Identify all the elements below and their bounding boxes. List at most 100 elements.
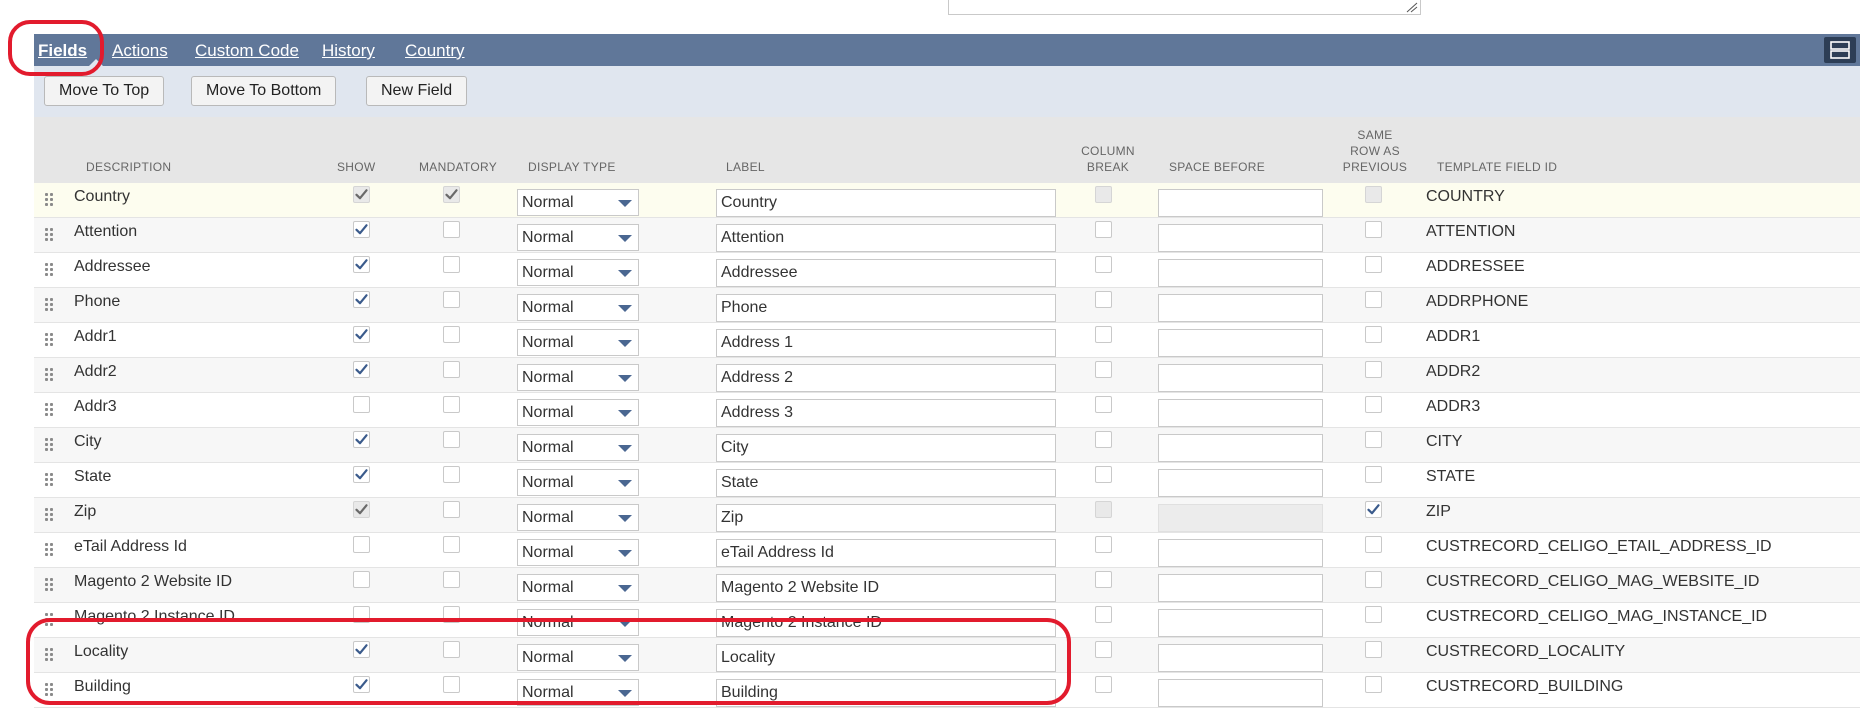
- new-field-button[interactable]: New Field: [366, 76, 468, 106]
- layout-toggle-button[interactable]: [1824, 37, 1856, 63]
- display-type-select[interactable]: Normal: [517, 539, 639, 566]
- label-input[interactable]: [716, 364, 1056, 392]
- space-before-input[interactable]: [1158, 294, 1323, 322]
- show-checkbox[interactable]: [353, 606, 370, 623]
- space-before-input[interactable]: [1158, 574, 1323, 602]
- column-break-checkbox[interactable]: [1095, 466, 1112, 483]
- space-before-input[interactable]: [1158, 224, 1323, 252]
- same-row-checkbox[interactable]: [1365, 396, 1382, 413]
- same-row-checkbox[interactable]: [1365, 326, 1382, 343]
- column-break-checkbox[interactable]: [1095, 431, 1112, 448]
- label-input[interactable]: [716, 294, 1056, 322]
- mandatory-checkbox[interactable]: [443, 466, 460, 483]
- tab-actions[interactable]: Actions: [112, 34, 168, 66]
- label-input[interactable]: [716, 329, 1056, 357]
- display-type-select[interactable]: Normal: [517, 644, 639, 671]
- column-break-checkbox[interactable]: [1095, 256, 1112, 273]
- same-row-checkbox[interactable]: [1365, 256, 1382, 273]
- same-row-checkbox[interactable]: [1365, 466, 1382, 483]
- column-break-checkbox[interactable]: [1095, 326, 1112, 343]
- column-break-checkbox[interactable]: [1095, 291, 1112, 308]
- space-before-input[interactable]: [1158, 679, 1323, 707]
- same-row-checkbox[interactable]: [1365, 291, 1382, 308]
- column-break-checkbox[interactable]: [1095, 606, 1112, 623]
- same-row-checkbox[interactable]: [1365, 641, 1382, 658]
- label-input[interactable]: [716, 259, 1056, 287]
- display-type-select[interactable]: Normal: [517, 609, 639, 636]
- tab-fields[interactable]: Fields: [38, 34, 87, 66]
- move-to-bottom-button[interactable]: Move To Bottom: [191, 76, 337, 106]
- tab-history[interactable]: History: [322, 34, 375, 66]
- drag-handle-icon[interactable]: [45, 508, 53, 522]
- mandatory-checkbox[interactable]: [443, 571, 460, 588]
- same-row-checkbox[interactable]: [1365, 676, 1382, 693]
- drag-handle-icon[interactable]: [45, 683, 53, 697]
- display-type-select[interactable]: Normal: [517, 469, 639, 496]
- same-row-checkbox[interactable]: [1365, 361, 1382, 378]
- mandatory-checkbox[interactable]: [443, 641, 460, 658]
- tab-country[interactable]: Country: [405, 34, 465, 66]
- label-input[interactable]: [716, 644, 1056, 672]
- notes-textarea[interactable]: [948, 0, 1421, 15]
- display-type-select[interactable]: Normal: [517, 504, 639, 531]
- column-break-checkbox[interactable]: [1095, 536, 1112, 553]
- same-row-checkbox[interactable]: [1365, 221, 1382, 238]
- label-input[interactable]: [716, 609, 1056, 637]
- mandatory-checkbox[interactable]: [443, 221, 460, 238]
- label-input[interactable]: [716, 469, 1056, 497]
- drag-handle-icon[interactable]: [45, 333, 53, 347]
- drag-handle-icon[interactable]: [45, 613, 53, 627]
- show-checkbox[interactable]: [353, 676, 370, 693]
- show-checkbox[interactable]: [353, 536, 370, 553]
- mandatory-checkbox[interactable]: [443, 256, 460, 273]
- column-break-checkbox[interactable]: [1095, 641, 1112, 658]
- drag-handle-icon[interactable]: [45, 228, 53, 242]
- mandatory-checkbox[interactable]: [443, 606, 460, 623]
- space-before-input[interactable]: [1158, 399, 1323, 427]
- show-checkbox[interactable]: [353, 431, 370, 448]
- display-type-select[interactable]: Normal: [517, 259, 639, 286]
- drag-handle-icon[interactable]: [45, 543, 53, 557]
- space-before-input[interactable]: [1158, 329, 1323, 357]
- mandatory-checkbox[interactable]: [443, 431, 460, 448]
- mandatory-checkbox[interactable]: [443, 396, 460, 413]
- space-before-input[interactable]: [1158, 539, 1323, 567]
- drag-handle-icon[interactable]: [45, 298, 53, 312]
- label-input[interactable]: [716, 224, 1056, 252]
- display-type-select[interactable]: Normal: [517, 399, 639, 426]
- mandatory-checkbox[interactable]: [443, 501, 460, 518]
- same-row-checkbox[interactable]: [1365, 571, 1382, 588]
- mandatory-checkbox[interactable]: [443, 326, 460, 343]
- show-checkbox[interactable]: [353, 256, 370, 273]
- space-before-input[interactable]: [1158, 259, 1323, 287]
- display-type-select[interactable]: Normal: [517, 364, 639, 391]
- label-input[interactable]: [716, 504, 1056, 532]
- drag-handle-icon[interactable]: [45, 438, 53, 452]
- label-input[interactable]: [716, 434, 1056, 462]
- show-checkbox[interactable]: [353, 221, 370, 238]
- space-before-input[interactable]: [1158, 364, 1323, 392]
- display-type-select[interactable]: Normal: [517, 679, 639, 706]
- display-type-select[interactable]: Normal: [517, 434, 639, 461]
- label-input[interactable]: [716, 399, 1056, 427]
- same-row-checkbox[interactable]: [1365, 606, 1382, 623]
- space-before-input[interactable]: [1158, 434, 1323, 462]
- column-break-checkbox[interactable]: [1095, 396, 1112, 413]
- space-before-input[interactable]: [1158, 189, 1323, 217]
- label-input[interactable]: [716, 679, 1056, 707]
- tab-custom-code[interactable]: Custom Code: [195, 34, 299, 66]
- display-type-select[interactable]: Normal: [517, 224, 639, 251]
- drag-handle-icon[interactable]: [45, 263, 53, 277]
- column-break-checkbox[interactable]: [1095, 571, 1112, 588]
- drag-handle-icon[interactable]: [45, 578, 53, 592]
- mandatory-checkbox[interactable]: [443, 361, 460, 378]
- drag-handle-icon[interactable]: [45, 473, 53, 487]
- same-row-checkbox[interactable]: [1365, 536, 1382, 553]
- display-type-select[interactable]: Normal: [517, 329, 639, 356]
- column-break-checkbox[interactable]: [1095, 361, 1112, 378]
- show-checkbox[interactable]: [353, 326, 370, 343]
- drag-handle-icon[interactable]: [45, 648, 53, 662]
- same-row-checkbox[interactable]: [1365, 501, 1382, 518]
- show-checkbox[interactable]: [353, 396, 370, 413]
- column-break-checkbox[interactable]: [1095, 676, 1112, 693]
